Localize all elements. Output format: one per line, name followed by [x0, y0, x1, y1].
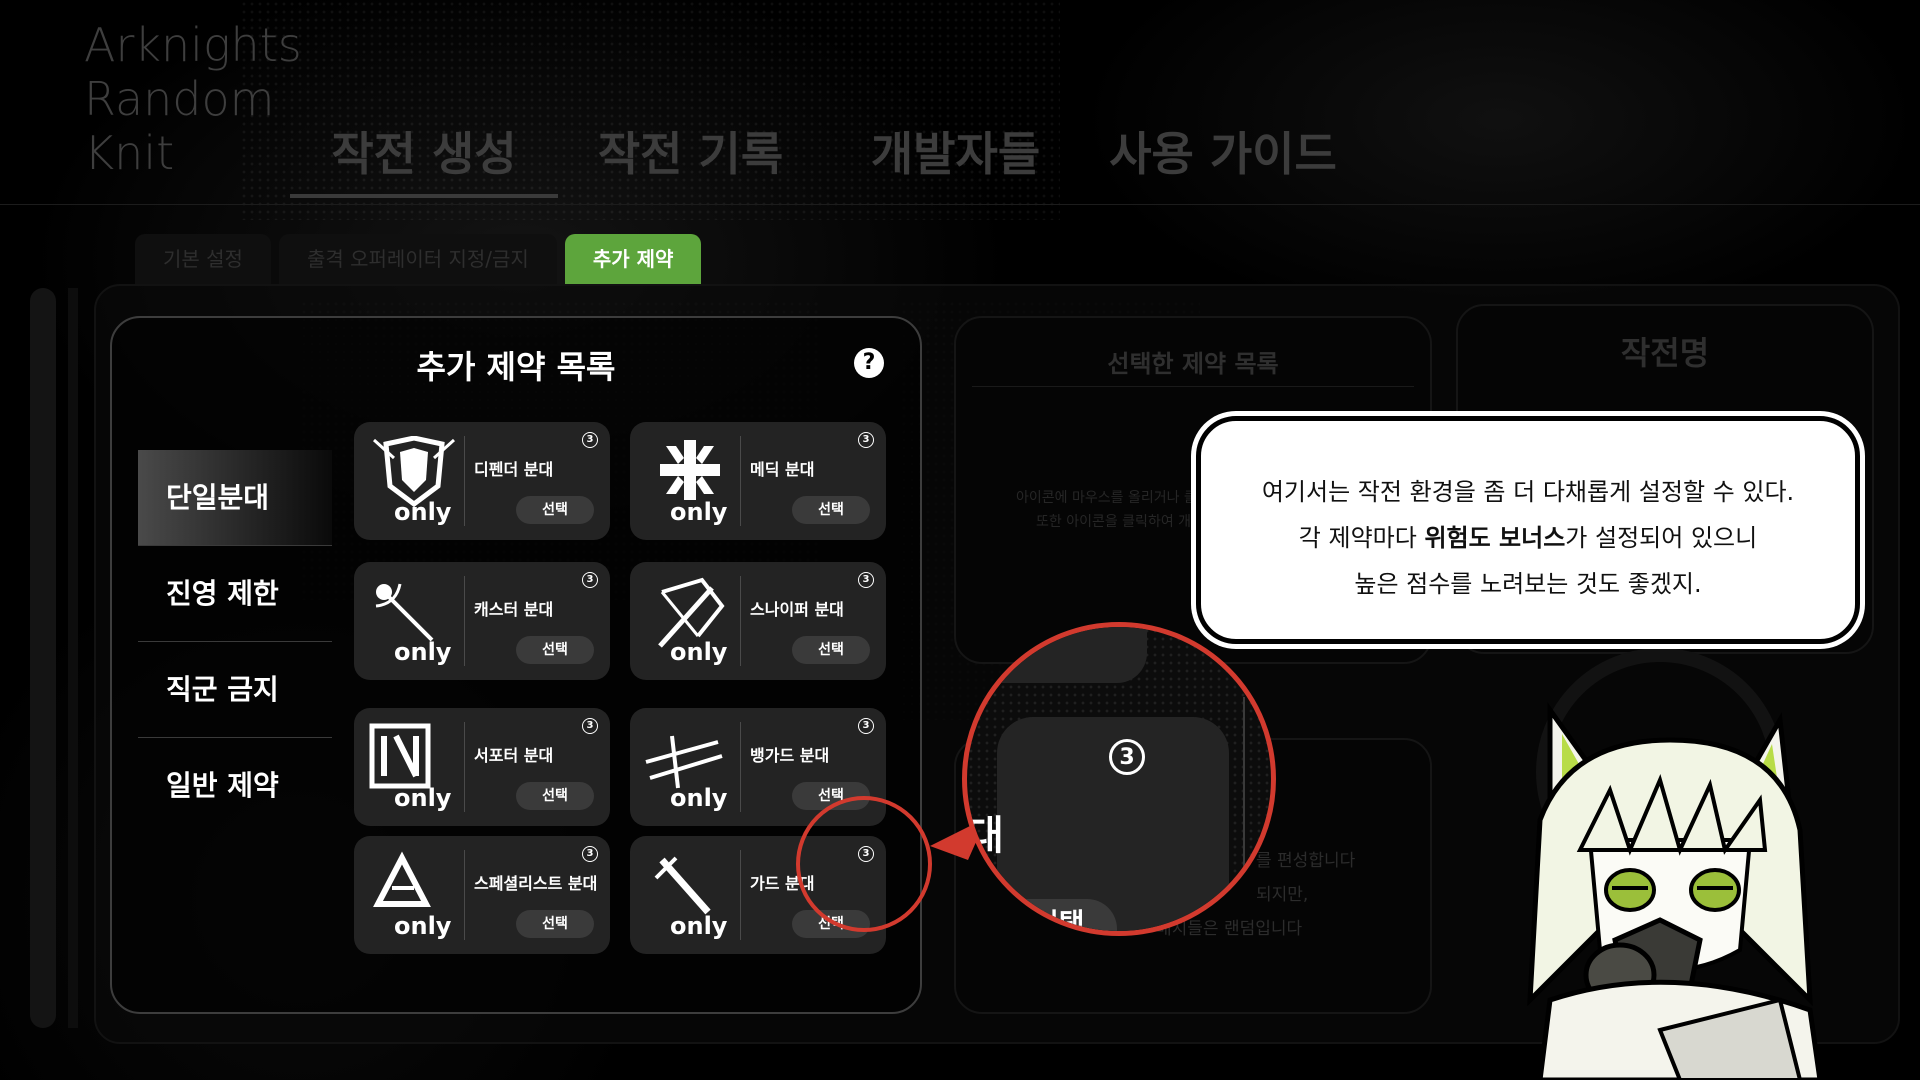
tab-extra-constraints[interactable]: 추가 제약	[564, 234, 702, 284]
risk-badge: 3	[582, 846, 598, 862]
select-button[interactable]: 선택	[792, 496, 870, 524]
logo-line: Knit	[84, 126, 175, 180]
guide-speech-bubble: 여기서는 작전 환경을 좀 더 다채롭게 설정할 수 있다. 각 제약마다 위험…	[1196, 416, 1860, 644]
card-divider	[740, 722, 741, 812]
medic-cross-icon: only	[642, 436, 738, 526]
bubble-text-part: 가 설정되어 있으니	[1565, 524, 1758, 552]
caster-staff-icon: only	[366, 576, 462, 666]
category-general[interactable]: 일반 제약	[138, 738, 332, 834]
zoom-risk-badge: 3	[1109, 739, 1145, 775]
risk-badge: 3	[582, 432, 598, 448]
logo-line: Random	[84, 72, 275, 126]
risk-badge: 3	[858, 572, 874, 588]
select-button[interactable]: 선택	[516, 496, 594, 524]
constraint-card-caster: only 캐스터 분대 3 선택	[354, 562, 610, 680]
nav-operation-records[interactable]: 작전 기록	[558, 118, 823, 184]
bubble-bold-text: 위험도 보너스	[1424, 524, 1566, 552]
zoom-select-button: 선택	[967, 899, 1117, 931]
subtab-bar: 기본 설정 출격 오퍼레이터 지정/금지 추가 제약	[135, 234, 702, 284]
tab-basic-settings[interactable]: 기본 설정	[135, 234, 271, 284]
bubble-line: 높은 점수를 노려보는 것도 좋겠지.	[1354, 570, 1702, 598]
risk-badge: 3	[582, 718, 598, 734]
tab-operator-assign[interactable]: 출격 오퍼레이터 지정/금지	[278, 234, 557, 284]
zoom-edge-line	[1243, 697, 1245, 931]
scrollbar[interactable]	[30, 288, 56, 1028]
zoom-callout: 3 대 선택	[962, 622, 1276, 936]
panel-title: 추가 제약 목록	[416, 348, 616, 386]
constraint-card-supporter: only 서포터 분대 3 선택	[354, 708, 610, 826]
defender-shield-icon: only	[366, 435, 462, 526]
card-name: 캐스터 분대	[474, 600, 554, 619]
zoom-card-name: 대	[967, 813, 1004, 859]
select-button[interactable]: 선택	[516, 636, 594, 664]
card-name: 뱅가드 분대	[750, 746, 830, 765]
app-logo[interactable]: Arknights Random Knit	[84, 18, 302, 180]
summary-text: 되지만,	[1256, 885, 1309, 905]
summary-text: 를 편성합니다	[1256, 851, 1356, 871]
specialist-icon: only	[366, 850, 462, 940]
bubble-text-part: 각 제약마다	[1298, 524, 1425, 552]
supporter-icon: only	[366, 722, 462, 812]
mascot-character-illustration	[1527, 702, 1823, 1080]
card-name: 서포터 분대	[474, 746, 554, 765]
background-dots	[240, 0, 1060, 220]
side-divider	[68, 288, 78, 1028]
only-label: only	[394, 498, 452, 526]
operation-name-title: 작전명	[1620, 334, 1710, 372]
constraint-card-medic: only 메딕 분대 3 선택	[630, 422, 886, 540]
zoom-card-fragment	[967, 627, 1147, 683]
help-icon[interactable]: ?	[854, 348, 884, 378]
only-label: only	[670, 784, 728, 812]
card-divider	[464, 576, 465, 666]
risk-badge: 3	[582, 572, 598, 588]
only-label: only	[670, 638, 728, 666]
risk-badge: 3	[858, 718, 874, 734]
category-single-squad[interactable]: 단일분대	[138, 450, 332, 546]
card-name: 스페셜리스트 분대	[474, 874, 598, 893]
select-button[interactable]: 선택	[792, 636, 870, 664]
nav-user-guide[interactable]: 사용 가이드	[1088, 118, 1358, 184]
category-faction-limit[interactable]: 진영 제한	[138, 546, 332, 642]
only-label: only	[670, 912, 728, 940]
category-class-ban[interactable]: 직군 금지	[138, 642, 332, 738]
risk-badge: 3	[858, 432, 874, 448]
bubble-text: 여기서는 작전 환경을 좀 더 다채롭게 설정할 수 있다. 각 제약마다 위험…	[1201, 469, 1855, 607]
logo-line: Arknights	[84, 18, 302, 72]
nav-developers[interactable]: 개발자들	[823, 118, 1088, 184]
panel-divider	[972, 386, 1414, 387]
constraint-card-specialist: only 스페셜리스트 분대 3 선택	[354, 836, 610, 954]
card-name: 디펜더 분대	[474, 460, 554, 479]
card-divider	[740, 850, 741, 940]
card-name: 스나이퍼 분대	[750, 600, 844, 619]
category-list: 단일분대 진영 제한 직군 금지 일반 제약	[138, 450, 332, 834]
bubble-line: 여기서는 작전 환경을 좀 더 다채롭게 설정할 수 있다.	[1261, 478, 1795, 506]
select-button[interactable]: 선택	[516, 782, 594, 810]
card-name: 메딕 분대	[750, 460, 815, 479]
card-divider	[464, 722, 465, 812]
sniper-crossbow-icon: only	[642, 576, 738, 666]
only-label: only	[670, 498, 728, 526]
bubble-line: 각 제약마다 위험도 보너스가 설정되어 있으니	[1201, 515, 1855, 561]
card-divider	[740, 436, 741, 526]
constraint-card-sniper: only 스나이퍼 분대 3 선택	[630, 562, 886, 680]
vanguard-icon: only	[642, 722, 738, 812]
select-button[interactable]: 선택	[516, 910, 594, 938]
nav-active-underline	[290, 194, 558, 198]
card-divider	[464, 436, 465, 526]
card-divider	[740, 576, 741, 666]
card-divider	[464, 850, 465, 940]
hint-text: 또한 아이콘을 클릭하여 개별	[1036, 514, 1204, 530]
highlight-circle	[796, 796, 932, 932]
selected-constraints-title: 선택한 제약 목록	[1107, 350, 1279, 378]
guard-sword-icon: only	[642, 850, 738, 940]
hint-text: 아이콘에 마우스를 올리거나 클	[1016, 490, 1197, 506]
constraint-list-panel: 추가 제약 목록 ? 단일분대 진영 제한 직군 금지 일반 제약 only 디…	[110, 316, 922, 1014]
only-label: only	[394, 638, 452, 666]
nav-create-operation[interactable]: 작전 생성	[290, 118, 558, 184]
only-label: only	[394, 784, 452, 812]
header-divider	[0, 204, 1920, 205]
constraint-card-defender: only 디펜더 분대 3 선택	[354, 422, 610, 540]
only-label: only	[394, 912, 452, 940]
main-nav: 작전 생성 작전 기록 개발자들 사용 가이드	[290, 118, 1358, 184]
